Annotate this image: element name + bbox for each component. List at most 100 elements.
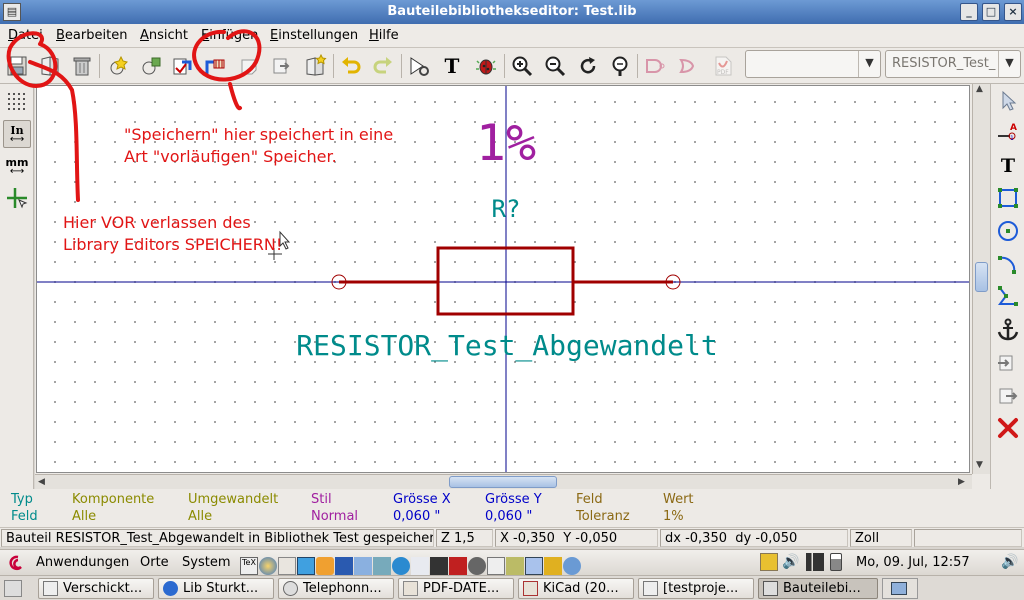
clipboard-icon[interactable] bbox=[760, 553, 778, 571]
delete-part-icon[interactable] bbox=[68, 52, 96, 80]
new-part-from-icon[interactable] bbox=[136, 52, 164, 80]
firefox-icon[interactable] bbox=[392, 557, 410, 575]
scroll-right-icon[interactable]: ▶ bbox=[958, 475, 965, 489]
volume-icon[interactable]: 🔊 bbox=[782, 553, 800, 571]
save-library-icon[interactable] bbox=[3, 52, 31, 80]
delete-icon[interactable] bbox=[994, 414, 1022, 442]
task-testprojekt[interactable]: [testproje... bbox=[638, 578, 754, 599]
reference-field-text[interactable]: R? bbox=[471, 194, 541, 224]
lock-icon[interactable] bbox=[544, 557, 562, 575]
zoom-in-icon[interactable] bbox=[508, 52, 536, 80]
close-button[interactable]: × bbox=[1004, 3, 1022, 21]
add-arc-icon[interactable] bbox=[994, 250, 1022, 278]
export-part-icon[interactable] bbox=[236, 52, 264, 80]
horizontal-scroll-thumb[interactable] bbox=[449, 476, 557, 488]
new-part-icon[interactable] bbox=[104, 52, 132, 80]
task-kicad[interactable]: KiCad (20... bbox=[518, 578, 634, 599]
prop-value: Feld bbox=[11, 509, 38, 524]
terminal-icon[interactable] bbox=[430, 557, 448, 575]
anchor-icon[interactable] bbox=[994, 316, 1022, 344]
menu-anwendungen[interactable]: Anwendungen bbox=[36, 555, 129, 570]
erc-bug-icon[interactable] bbox=[472, 52, 500, 80]
import-graphic-icon[interactable] bbox=[994, 349, 1022, 377]
window-titlebar[interactable]: ▤ Bauteilebibliothekseditor: Test.lib _ … bbox=[0, 0, 1024, 24]
clock[interactable]: Mo, 09. Jul, 12:57 bbox=[856, 555, 970, 570]
task-telephonn[interactable]: Telephonn... bbox=[278, 578, 394, 599]
menu-orte[interactable]: Orte bbox=[140, 555, 169, 570]
export-graphic-icon[interactable] bbox=[994, 382, 1022, 410]
task-bauteilebi[interactable]: Bauteilebi... bbox=[758, 578, 878, 599]
volume-tray-icon[interactable]: 🔊 bbox=[1001, 553, 1019, 571]
document-icon[interactable] bbox=[411, 557, 429, 575]
menu-ansicht[interactable]: Ansicht bbox=[140, 28, 188, 43]
vertical-scrollbar[interactable]: ▲ ▼ bbox=[972, 84, 990, 474]
sound-icon[interactable] bbox=[297, 557, 315, 575]
network-status-icon[interactable] bbox=[806, 553, 824, 571]
unit-select[interactable]: ▼ bbox=[745, 50, 881, 78]
units-inch-button[interactable]: In ⟷ bbox=[3, 120, 31, 148]
add-text-icon[interactable]: T bbox=[994, 152, 1022, 180]
create-new-library-icon[interactable] bbox=[301, 52, 329, 80]
select-arrow-icon[interactable] bbox=[994, 86, 1022, 114]
web-icon[interactable] bbox=[373, 557, 391, 575]
menu-hilfe[interactable]: Hilfe bbox=[369, 28, 399, 43]
show-desktop-icon[interactable] bbox=[4, 580, 22, 597]
vertical-scroll-thumb[interactable] bbox=[975, 262, 988, 292]
workspace-1[interactable] bbox=[891, 582, 907, 595]
task-verschickt[interactable]: Verschickt... bbox=[38, 578, 154, 599]
add-circle-icon[interactable] bbox=[994, 217, 1022, 245]
horizontal-scrollbar[interactable]: ◀ ▶ bbox=[35, 474, 972, 489]
zoom-redraw-icon[interactable] bbox=[574, 52, 602, 80]
maximize-button[interactable]: □ bbox=[982, 3, 1000, 21]
network-icon[interactable] bbox=[335, 557, 353, 575]
undo-icon[interactable] bbox=[337, 52, 365, 80]
datasheet-pdf-icon[interactable]: PDF bbox=[709, 52, 737, 80]
workspace-switcher[interactable] bbox=[882, 578, 918, 599]
show-convert-icon[interactable] bbox=[641, 52, 669, 80]
grid-icon[interactable] bbox=[3, 88, 31, 116]
minimize-button[interactable]: _ bbox=[960, 3, 978, 21]
select-library-icon[interactable] bbox=[36, 52, 64, 80]
add-pin-icon[interactable]: A1 bbox=[994, 118, 1022, 146]
notes-icon[interactable] bbox=[487, 557, 505, 575]
add-rectangle-icon[interactable] bbox=[994, 184, 1022, 212]
viewer-icon[interactable] bbox=[449, 557, 467, 575]
part-select[interactable]: RESISTOR_Test_ ▼ bbox=[885, 50, 1021, 78]
units-mm-button[interactable]: mm ⟷ bbox=[3, 152, 31, 180]
menu-einstellungen[interactable]: Einstellungen bbox=[270, 28, 358, 43]
prop-column-komponente: Komponente Alle bbox=[72, 491, 154, 525]
debian-logo-icon[interactable] bbox=[6, 554, 24, 572]
scroll-down-icon[interactable]: ▼ bbox=[976, 460, 983, 470]
menu-system[interactable]: System bbox=[182, 555, 230, 570]
component-name-text[interactable]: RESISTOR_Test_Abgewandelt bbox=[287, 328, 727, 364]
redo-icon[interactable] bbox=[369, 52, 397, 80]
import-part-icon[interactable] bbox=[168, 52, 196, 80]
fox-icon[interactable] bbox=[316, 557, 334, 575]
pointer-icon[interactable] bbox=[525, 557, 543, 575]
logout-icon[interactable] bbox=[563, 557, 581, 575]
value-field-text[interactable]: 1% bbox=[453, 108, 559, 178]
menu-datei[interactable]: Datei bbox=[8, 28, 43, 43]
full-cursor-icon[interactable] bbox=[3, 184, 31, 212]
tools-icon[interactable] bbox=[506, 557, 524, 575]
part-properties-icon[interactable] bbox=[405, 52, 433, 80]
menu-einfuegen[interactable]: Einfügen bbox=[201, 28, 258, 43]
task-lib-sturkt[interactable]: Lib Sturkt... bbox=[158, 578, 274, 599]
battery-icon[interactable] bbox=[830, 553, 842, 571]
save-current-part-icon[interactable] bbox=[200, 52, 228, 80]
zoom-fit-icon[interactable] bbox=[606, 52, 634, 80]
zoom-out-icon[interactable] bbox=[541, 52, 569, 80]
add-polyline-icon[interactable] bbox=[994, 282, 1022, 310]
scroll-left-icon[interactable]: ◀ bbox=[38, 475, 45, 489]
export-image-icon[interactable] bbox=[268, 52, 296, 80]
text-tool-icon[interactable]: T bbox=[438, 52, 466, 80]
tex-icon[interactable]: TeX bbox=[240, 557, 258, 575]
show-normal-icon[interactable] bbox=[675, 52, 703, 80]
media-icon[interactable] bbox=[468, 557, 486, 575]
phone-icon[interactable] bbox=[278, 557, 296, 575]
python-icon[interactable] bbox=[259, 557, 277, 575]
scroll-up-icon[interactable]: ▲ bbox=[976, 84, 983, 94]
task-pdf-date[interactable]: PDF-DATE... bbox=[398, 578, 514, 599]
menu-bearbeiten[interactable]: Bearbeiten bbox=[56, 28, 127, 43]
mail-icon[interactable] bbox=[354, 557, 372, 575]
